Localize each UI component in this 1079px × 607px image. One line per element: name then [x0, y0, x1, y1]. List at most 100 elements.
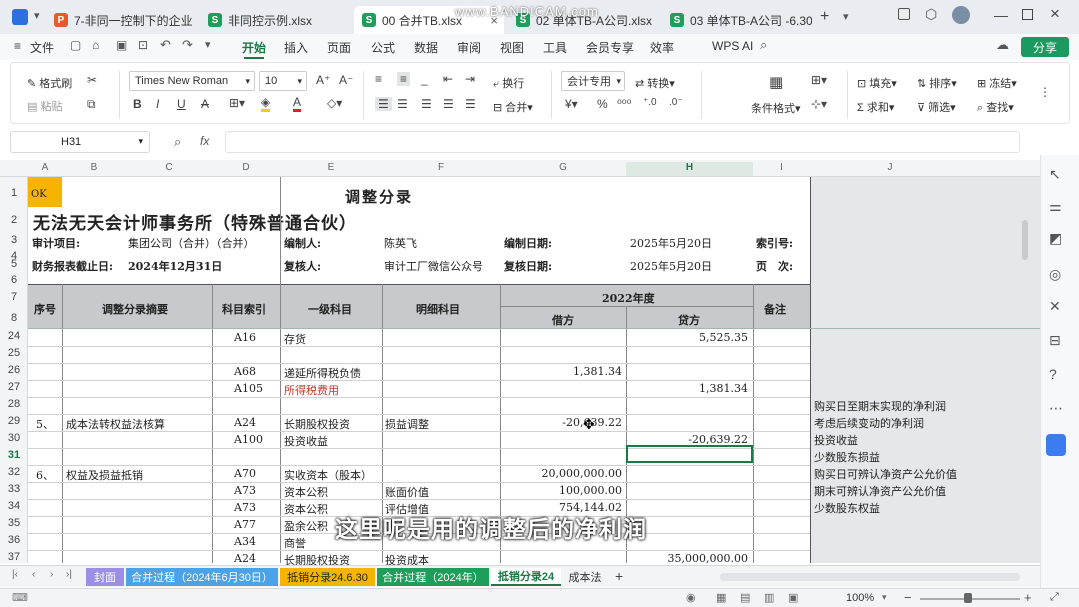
align-left-icon[interactable]: ☰ — [375, 97, 392, 111]
row-header-30[interactable]: 30 — [0, 432, 28, 444]
reading-view-icon[interactable]: ▣ — [788, 591, 798, 604]
entry-seq[interactable]: 5、 — [36, 416, 54, 432]
menu-insert[interactable]: 插入 — [284, 39, 308, 56]
justify-icon[interactable]: ☰ — [443, 97, 454, 111]
align-center-icon[interactable]: ☰ — [397, 97, 408, 111]
row-header-26[interactable]: 26 — [0, 364, 28, 376]
row-header-8[interactable]: 8 — [0, 312, 28, 324]
row-header-36[interactable]: 36 — [0, 534, 28, 546]
menu-efficiency[interactable]: 效率 — [650, 39, 674, 56]
tab-list-icon[interactable]: ▾ — [843, 10, 849, 23]
strikethrough-icon[interactable]: A — [201, 97, 209, 111]
increase-font-icon[interactable]: A⁺ — [316, 73, 330, 87]
row-header-34[interactable]: 34 — [0, 500, 28, 512]
backup-icon[interactable]: ⊟ — [1049, 332, 1061, 349]
next-sheet-icon[interactable]: › — [50, 569, 53, 580]
row-header-33[interactable]: 33 — [0, 483, 28, 495]
entry-index[interactable]: A70 — [234, 467, 256, 480]
row-col-icon[interactable]: ⊹▾ — [811, 97, 827, 111]
conditional-format-button[interactable]: 条件格式▾ — [751, 100, 801, 116]
search-icon[interactable]: ⌕ — [760, 37, 767, 53]
window-restore-icon[interactable] — [898, 8, 910, 20]
selected-cell-h31[interactable] — [626, 445, 753, 463]
maximize-icon[interactable] — [1022, 9, 1033, 20]
entry-index[interactable]: A34 — [234, 535, 256, 548]
row-header-3[interactable]: 3 — [0, 234, 28, 246]
font-color-icon[interactable]: A — [293, 96, 302, 112]
convert-button[interactable]: ⇄ 转换▾ — [635, 75, 675, 91]
row-header-2[interactable]: 2 — [0, 214, 28, 226]
row-header-37[interactable]: 37 — [0, 551, 28, 563]
column-header-e[interactable]: E — [280, 162, 382, 173]
underline-icon[interactable]: U — [177, 97, 186, 111]
column-header-c[interactable]: C — [126, 162, 212, 173]
fullscreen-icon[interactable]: ⤢ — [1050, 591, 1059, 604]
number-format-select[interactable]: 会计专用 ▾ — [561, 71, 625, 91]
entry-detail-account[interactable]: 账面价值 — [385, 484, 429, 500]
filter-button[interactable]: ⊽ 筛选▾ — [917, 99, 956, 115]
row-header-29[interactable]: 29 — [0, 415, 28, 427]
menu-member[interactable]: 会员专享 — [586, 39, 634, 56]
formula-input[interactable] — [225, 131, 1020, 153]
fill-color-icon[interactable]: ◈ — [261, 96, 271, 112]
zoom-slider-thumb[interactable] — [964, 593, 972, 603]
entry-debit[interactable]: 100,000.00 — [502, 484, 622, 497]
align-right-icon[interactable]: ☰ — [421, 97, 432, 111]
distribute-icon[interactable]: ☰ — [465, 97, 476, 111]
zoom-out-icon[interactable]: − — [904, 590, 912, 605]
italic-icon[interactable]: I — [156, 97, 159, 111]
redo-icon[interactable]: ↷ — [182, 37, 193, 53]
align-middle-icon[interactable]: ≡ — [397, 72, 411, 86]
entry-level1-account[interactable]: 盈余公积 — [284, 518, 328, 534]
column-header-g[interactable]: G — [500, 162, 626, 173]
normal-view-icon[interactable]: ▦ — [716, 591, 726, 604]
menu-review[interactable]: 审阅 — [457, 39, 481, 56]
row-header-6[interactable]: 6 — [0, 274, 28, 286]
clear-format-icon[interactable]: ◇▾ — [327, 96, 342, 110]
horizontal-scrollbar[interactable] — [720, 573, 1020, 581]
more-dropdown-icon[interactable]: ▾ — [205, 38, 211, 51]
entry-summary[interactable]: 权益及损益抵销 — [66, 467, 143, 483]
entry-detail-account[interactable]: 损益调整 — [385, 416, 429, 432]
menu-file[interactable]: 文件 — [30, 39, 54, 56]
border-icon[interactable]: ⊞▾ — [229, 96, 245, 110]
row-header-27[interactable]: 27 — [0, 381, 28, 393]
undo-icon[interactable]: ↶ — [160, 37, 171, 53]
close-window-icon[interactable]: × — [1050, 4, 1060, 24]
cursor-select-icon[interactable]: ↖ — [1049, 166, 1061, 183]
avatar[interactable] — [952, 6, 970, 24]
sheet-tab-cover[interactable]: 封面 — [86, 568, 124, 586]
entry-level1-account[interactable]: 实收资本（股本） — [284, 467, 372, 483]
row-header-35[interactable]: 35 — [0, 517, 28, 529]
more-icon[interactable]: ⋮ — [1039, 85, 1051, 99]
prev-sheet-icon[interactable]: ‹ — [32, 569, 35, 580]
sort-button[interactable]: ⇅ 排序▾ — [917, 75, 957, 91]
entry-level1-account[interactable]: 商誉 — [284, 535, 306, 551]
tab-doc-1[interactable]: P 7-非同一控制下的企业 — [46, 6, 198, 34]
menu-data[interactable]: 数据 — [414, 39, 438, 56]
more-icon[interactable]: ⋯ — [1049, 400, 1063, 417]
entry-index[interactable]: A73 — [234, 501, 256, 514]
entry-summary[interactable]: 成本法转权益法核算 — [66, 416, 165, 432]
entry-level1-account[interactable]: 长期股权投资 — [284, 416, 350, 432]
indent-left-icon[interactable]: ⇤ — [443, 72, 453, 86]
dropdown-icon[interactable]: ▾ — [34, 9, 40, 22]
sheet-tab-merge-process-year[interactable]: 合并过程（2024年） — [377, 568, 489, 586]
entry-index[interactable]: A16 — [234, 331, 256, 344]
tab-doc-2[interactable]: S 非同控示例.xlsx — [200, 6, 350, 34]
entry-seq[interactable]: 6、 — [36, 467, 54, 483]
paste-button[interactable]: ▤ 粘贴 — [27, 98, 62, 114]
fx-button[interactable]: fx — [200, 134, 209, 148]
shape-icon[interactable]: ◩ — [1049, 230, 1062, 247]
minimize-icon[interactable]: — — [994, 7, 1008, 23]
cube-icon[interactable]: ⬡ — [925, 6, 937, 23]
entry-level1-account[interactable]: 资本公积 — [284, 484, 328, 500]
vertical-scrollbar[interactable] — [1022, 220, 1028, 260]
zoom-in-icon[interactable]: + — [1024, 590, 1032, 605]
share-button[interactable]: 分享 — [1021, 37, 1069, 57]
font-size-select[interactable]: 10 ▾ — [259, 71, 307, 91]
indent-right-icon[interactable]: ⇥ — [465, 72, 475, 86]
sheet-tab-merge-process-h1[interactable]: 合并过程（2024年6月30日） — [126, 568, 278, 586]
open-folder-icon[interactable]: ⌂ — [92, 38, 99, 52]
entry-debit[interactable]: 20,000,000.00 — [502, 467, 622, 480]
